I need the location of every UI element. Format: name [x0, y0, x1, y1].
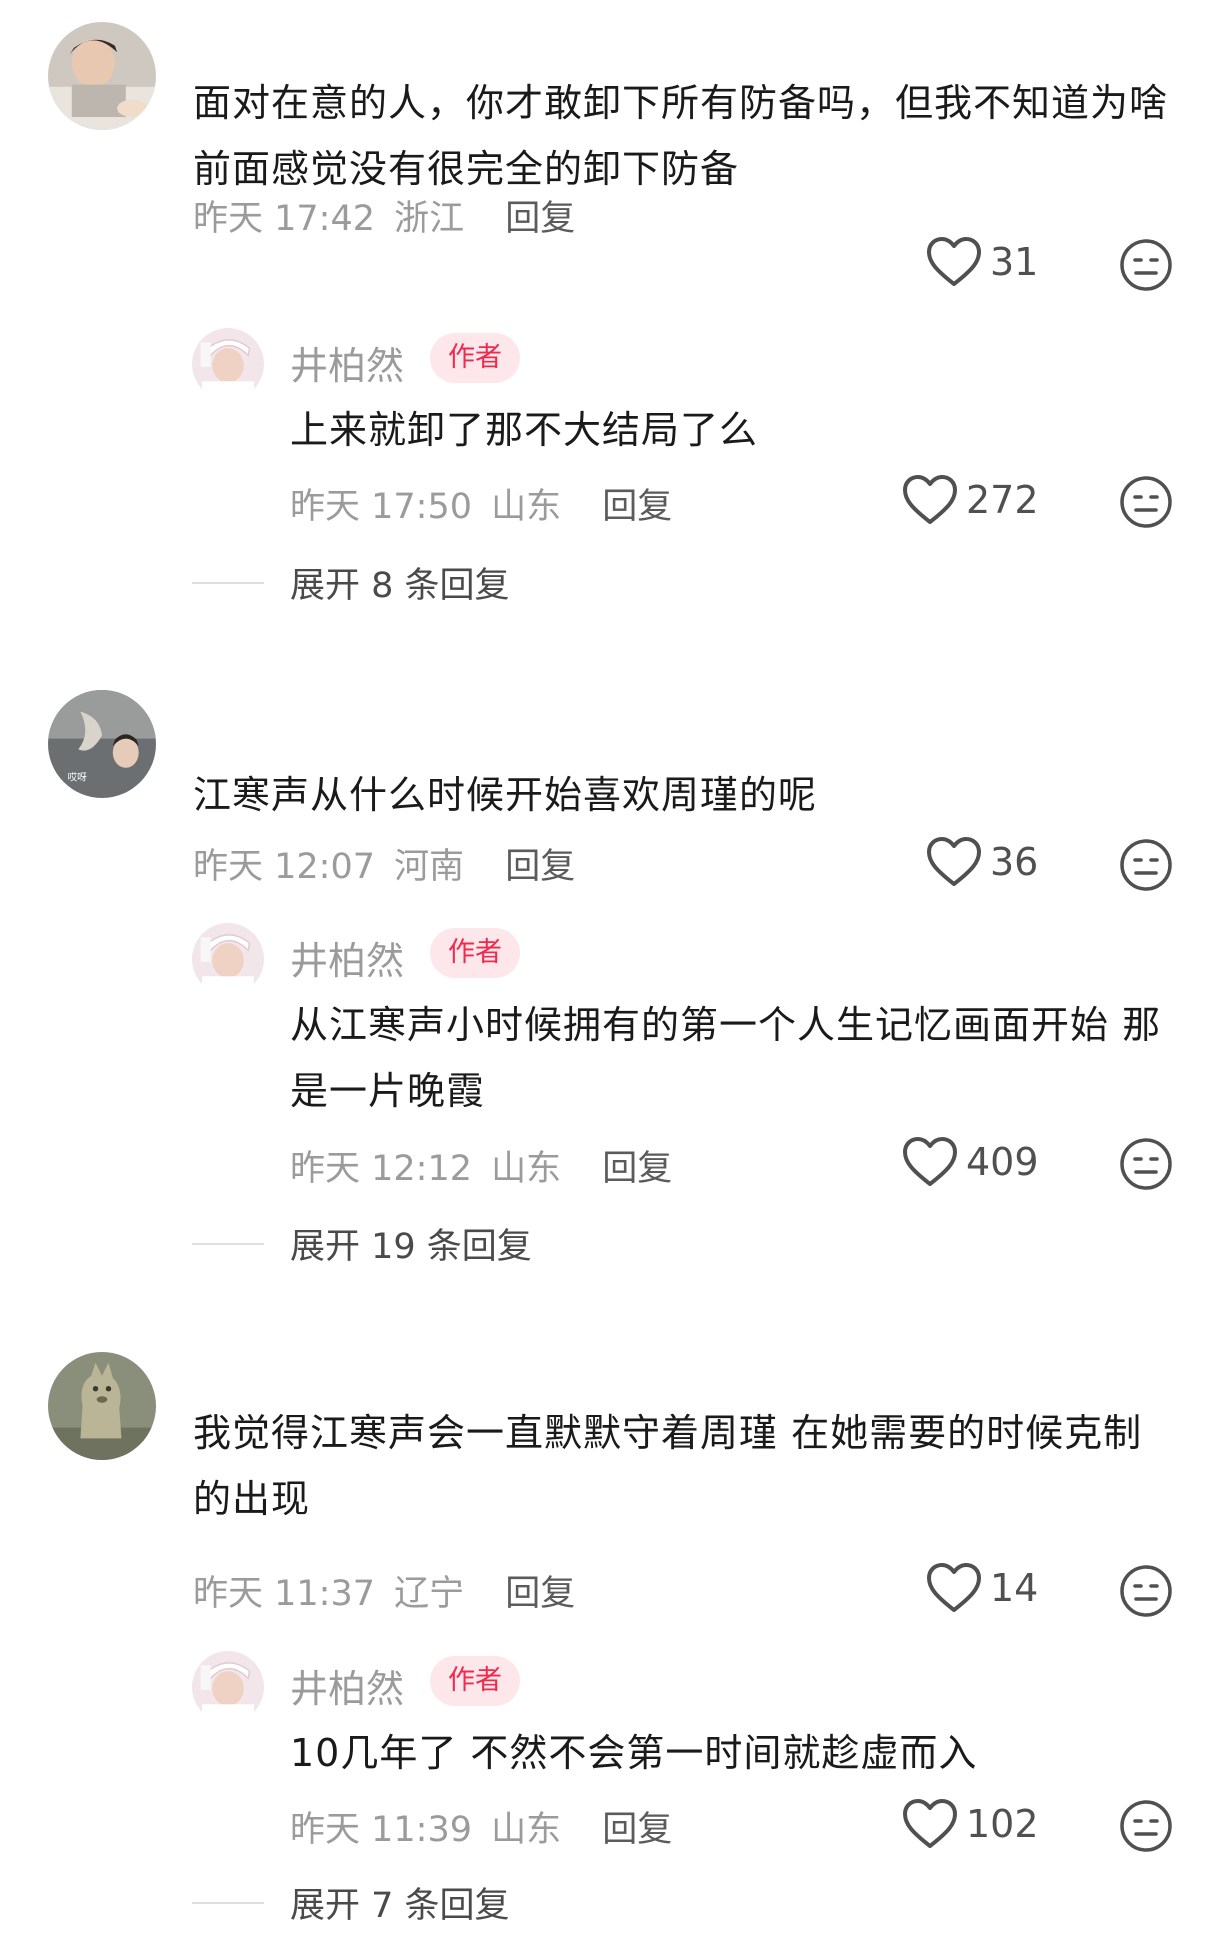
meh-face-icon[interactable]: [1119, 1799, 1173, 1853]
comment-location: 浙江: [394, 199, 465, 239]
reply-button[interactable]: 回复: [505, 199, 575, 239]
like-button[interactable]: 272: [902, 474, 1039, 526]
like-button[interactable]: 14: [926, 1562, 1038, 1614]
like-count: 272: [966, 478, 1039, 522]
reply-button[interactable]: 回复: [602, 1149, 672, 1189]
comment-text: 江寒声从什么时候开始喜欢周瑾的呢: [193, 773, 818, 817]
meh-face-icon[interactable]: [1119, 238, 1173, 292]
divider-line: [192, 1901, 264, 1904]
author-badge: 作者: [430, 928, 520, 978]
meh-face-icon[interactable]: [1119, 475, 1173, 529]
like-button[interactable]: 31: [926, 236, 1038, 288]
like-count: 36: [990, 840, 1039, 884]
reply-meta: 昨天 11:39 山东 回复: [290, 1801, 672, 1852]
comment-text: 我觉得江寒声会一直默默守着周瑾 在她需要的时候克制的出现: [193, 1411, 1143, 1521]
like-button[interactable]: 102: [902, 1798, 1039, 1850]
meh-face-icon[interactable]: [1119, 838, 1173, 892]
reply-text: 10几年了 不然不会第一时间就趁虚而入: [290, 1731, 978, 1775]
like-button[interactable]: 409: [902, 1136, 1039, 1188]
reply-meta: 昨天 17:50 山东 回复: [290, 478, 672, 529]
like-button[interactable]: 36: [926, 836, 1038, 888]
meh-face-icon[interactable]: [1119, 1564, 1173, 1618]
reply-button[interactable]: 回复: [602, 1810, 672, 1850]
comment-text: 面对在意的人，你才敢卸下所有防备吗，但我不知道为啥前面感觉没有很完全的卸下防备: [193, 81, 1169, 191]
heart-outline-icon: [927, 1563, 981, 1612]
author-avatar[interactable]: [192, 1651, 264, 1723]
divider-line: [192, 581, 264, 584]
heart-outline-icon: [903, 475, 957, 524]
divider-line: [192, 1242, 264, 1245]
reply-location: 山东: [491, 487, 562, 527]
comment-location: 辽宁: [394, 1574, 465, 1614]
author-avatar[interactable]: [192, 923, 264, 995]
like-count: 102: [966, 1802, 1039, 1846]
comment-meta: 昨天 12:07 河南 回复: [193, 838, 575, 889]
reply-button[interactable]: 回复: [505, 847, 575, 887]
heart-outline-icon: [927, 237, 981, 286]
commenter-avatar[interactable]: [48, 22, 156, 130]
reply-location: 山东: [491, 1149, 562, 1189]
like-count: 409: [966, 1140, 1039, 1184]
comment-location: 河南: [394, 847, 465, 887]
comment-time: 昨天 11:37: [193, 1574, 375, 1614]
author-name[interactable]: 井柏然: [290, 1658, 404, 1713]
reply-text: 上来就卸了那不大结局了么: [290, 408, 759, 452]
commenter-avatar[interactable]: [48, 1352, 156, 1460]
like-count: 14: [990, 1566, 1039, 1610]
reply-time: 昨天 17:50: [290, 487, 472, 527]
author-badge: 作者: [430, 1656, 520, 1706]
commenter-avatar[interactable]: 哎呀: [48, 690, 156, 798]
author-name[interactable]: 井柏然: [290, 335, 404, 390]
heart-outline-icon: [903, 1137, 957, 1186]
expand-replies-button[interactable]: 展开 8 条回复: [192, 557, 510, 608]
expand-replies-button[interactable]: 展开 19 条回复: [192, 1218, 532, 1269]
meh-face-icon[interactable]: [1119, 1137, 1173, 1191]
reply-time: 昨天 11:39: [290, 1810, 472, 1850]
expand-label: 展开 19 条回复: [290, 1227, 532, 1267]
avatar-caption: 哎呀: [67, 772, 87, 784]
comment-meta: 昨天 17:42 浙江 回复: [193, 190, 575, 241]
comment-meta: 昨天 11:37 辽宁 回复: [193, 1565, 575, 1616]
reply-text: 从江寒声小时候拥有的第一个人生记忆画面开始 那是一片晚霞: [290, 1003, 1162, 1113]
author-name[interactable]: 井柏然: [290, 930, 404, 985]
heart-outline-icon: [903, 1799, 957, 1848]
reply-button[interactable]: 回复: [505, 1574, 575, 1614]
reply-button[interactable]: 回复: [602, 487, 672, 527]
reply-location: 山东: [491, 1810, 562, 1850]
like-count: 31: [990, 240, 1039, 284]
reply-time: 昨天 12:12: [290, 1149, 472, 1189]
heart-outline-icon: [927, 837, 981, 886]
author-badge: 作者: [430, 333, 520, 383]
expand-label: 展开 8 条回复: [290, 566, 510, 606]
reply-meta: 昨天 12:12 山东 回复: [290, 1140, 672, 1191]
expand-replies-button[interactable]: 展开 7 条回复: [192, 1877, 510, 1928]
expand-label: 展开 7 条回复: [290, 1886, 510, 1926]
author-avatar[interactable]: [192, 328, 264, 400]
comment-time: 昨天 12:07: [193, 847, 375, 887]
comment-time: 昨天 17:42: [193, 199, 375, 239]
